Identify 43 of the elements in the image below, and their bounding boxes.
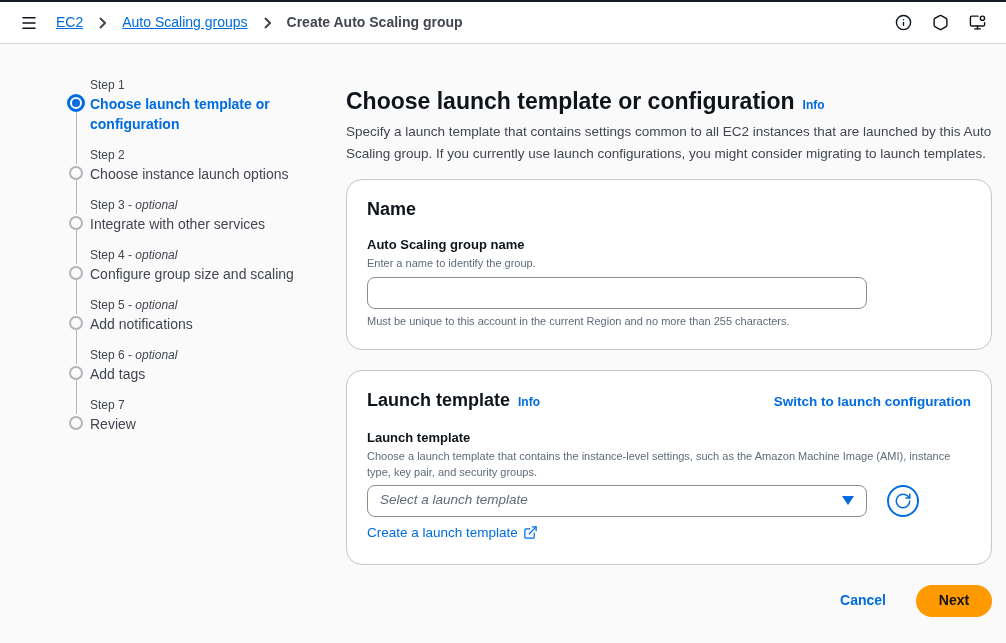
step-title[interactable]: Configure group size and scaling [90, 264, 300, 284]
step-title[interactable]: Choose launch template or configuration [90, 94, 300, 134]
refresh-button[interactable] [887, 484, 919, 517]
field-description: Enter a name to identify the group. [367, 256, 537, 271]
step-number: Step 6 - optional [90, 348, 178, 362]
hexagon-icon[interactable] [932, 14, 949, 31]
step-number: Step 1 [90, 78, 125, 92]
switch-link[interactable]: Switch to launch configuration [773, 392, 971, 413]
step-title[interactable]: Review [90, 414, 300, 434]
group-name-input[interactable] [367, 276, 867, 309]
constraint-text: Must be unique to this account in the current Region and no more than 255 characters. [367, 313, 791, 329]
field-description: Choose a launch template that contains the instance-level settings, such as the Amazon Machine Image (AMI), instance type, key pair, and security groups. [367, 448, 952, 480]
breadcrumb-current: Create Auto Scaling group [286, 13, 463, 32]
external-link-icon [522, 525, 538, 541]
caret-icon [842, 496, 854, 505]
next-button[interactable]: Next [916, 584, 992, 617]
field-label: Launch template [367, 429, 472, 447]
step-number: Step 2 [90, 148, 125, 162]
refresh-icon [894, 491, 912, 510]
chevron-icon [99, 16, 107, 29]
cancel-button[interactable]: Cancel [834, 590, 892, 611]
step-number: Step 3 - optional [90, 198, 178, 212]
field-label: Auto Scaling group name [367, 235, 526, 254]
breadcrumb-link[interactable]: Auto Scaling groups [122, 12, 248, 33]
page-description: Specify a launch template that contains settings common to all EC2 instances that are launched by this Auto Scaling group. If you currently use launch configurations, you might consider migrating to launch templates. [346, 122, 992, 163]
step-title[interactable]: Choose instance launch options [90, 164, 300, 184]
chevron-icon [263, 16, 271, 29]
step-title[interactable]: Integrate with other services [90, 214, 300, 234]
info-link[interactable]: Info [802, 96, 825, 114]
info-icon[interactable] [895, 14, 912, 31]
step-number: Step 5 - optional [90, 298, 178, 312]
panel-title: Launch template [367, 389, 511, 412]
create-template-link[interactable]: Create a launch template [367, 522, 538, 543]
launch-template-select[interactable]: Select a launch template [367, 484, 867, 517]
monitor-icon[interactable] [969, 14, 986, 31]
step-title[interactable]: Add notifications [90, 314, 300, 334]
step-title[interactable]: Add tags [90, 364, 300, 384]
step-number: Step 4 - optional [90, 248, 178, 262]
breadcrumb-link[interactable]: EC2 [56, 12, 84, 33]
panel-title: Name [367, 197, 418, 221]
page-title: Choose launch template or configuration [346, 87, 795, 116]
step-number: Step 7 [90, 398, 125, 412]
info-link[interactable]: Info [518, 393, 541, 411]
